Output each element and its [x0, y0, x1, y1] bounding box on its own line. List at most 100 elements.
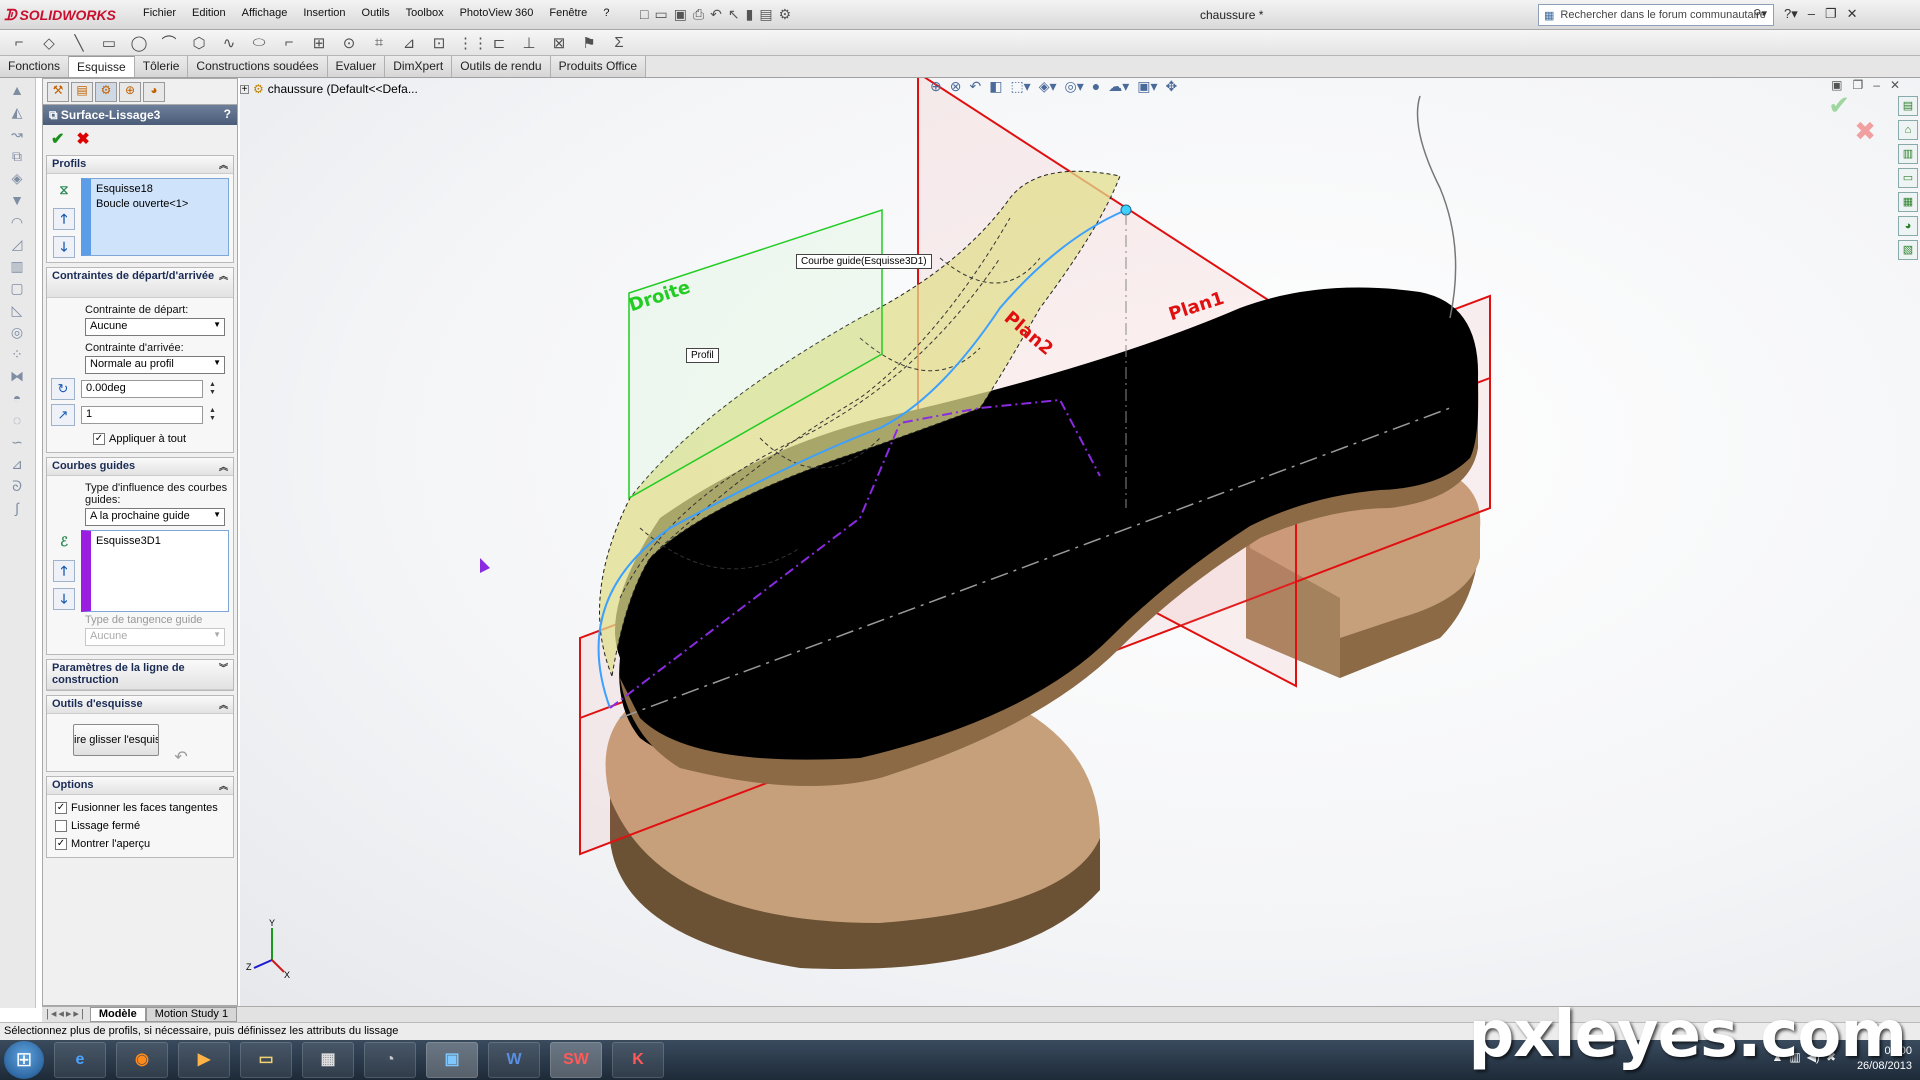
group-options-header[interactable]: Options ︽: [47, 777, 233, 795]
calculator-icon[interactable]: ▦: [302, 1042, 354, 1078]
fillet-feature-icon[interactable]: ◠: [8, 214, 26, 232]
tab-scroll-arrows[interactable]: |◂◂▸▸|: [42, 1007, 90, 1022]
word-icon[interactable]: W: [488, 1042, 540, 1078]
boundary-icon[interactable]: ◈: [8, 170, 26, 188]
surface-icon[interactable]: ◌: [8, 412, 26, 430]
hide-show-icon[interactable]: ◎▾: [1065, 78, 1084, 95]
list-item[interactable]: Boucle ouverte<1>: [96, 197, 223, 212]
close-icon[interactable]: ✕: [1890, 78, 1900, 92]
dome-icon[interactable]: ◓: [8, 390, 26, 408]
photo-viewer-icon[interactable]: ▣: [426, 1042, 478, 1078]
save-icon[interactable]: ▣: [674, 6, 687, 23]
collapse-icon[interactable]: ︽: [219, 158, 228, 171]
media-player-icon[interactable]: ▶: [178, 1042, 230, 1078]
confirm-corner-cancel-icon[interactable]: ✖: [1854, 116, 1876, 147]
move-down-button[interactable]: 🡓: [53, 236, 75, 258]
sketch-icon[interactable]: ⌐: [8, 34, 30, 51]
fillet-icon[interactable]: ⌐: [278, 34, 300, 51]
guide-curves-list[interactable]: Esquisse3D1: [81, 530, 229, 612]
guide-curve-callout[interactable]: Courbe guide(Esquisse3D1): [796, 254, 932, 269]
collapse-icon[interactable]: ︽: [219, 460, 228, 473]
print-icon[interactable]: ⎙: [693, 6, 704, 23]
length-spinner[interactable]: ▲ ▼: [209, 407, 216, 423]
mirror-feature-icon[interactable]: ⧓: [8, 368, 26, 386]
move-down-button[interactable]: 🡓: [53, 588, 75, 610]
line-icon[interactable]: ╲: [68, 34, 90, 52]
rotate-view-icon[interactable]: ✥: [1166, 78, 1178, 95]
menu-outils[interactable]: Outils: [354, 7, 398, 19]
minimize-icon[interactable]: –: [1873, 78, 1880, 92]
direction-vector-icon[interactable]: ↻: [51, 378, 75, 400]
profiles-list[interactable]: Esquisse18 Boucle ouverte<1>: [81, 178, 229, 256]
pattern-feature-icon[interactable]: ⁘: [8, 346, 26, 364]
ellipse-icon[interactable]: ⬭: [248, 34, 270, 51]
offset-icon[interactable]: ⊡: [428, 34, 450, 52]
tab-constructions-soudees[interactable]: Constructions soudées: [188, 56, 328, 77]
rebuild-icon[interactable]: ▮: [746, 6, 754, 23]
list-item[interactable]: Esquisse3D1: [96, 534, 223, 549]
tab-tolerie[interactable]: Tôlerie: [134, 56, 189, 77]
centerline-icon[interactable]: ⊞: [308, 34, 330, 52]
start-button[interactable]: ⊞: [4, 1041, 44, 1079]
ok-button[interactable]: ✔: [51, 129, 64, 148]
select-icon[interactable]: ↖: [728, 6, 740, 23]
polygon-icon[interactable]: ⬡: [188, 34, 210, 52]
file-explorer-icon[interactable]: ▭: [240, 1042, 292, 1078]
start-constraint-select[interactable]: Aucune: [85, 318, 225, 336]
open-icon[interactable]: ▭: [654, 6, 667, 23]
guide-tangency-select[interactable]: Aucune: [85, 628, 225, 646]
angle-spinner[interactable]: ▲ ▼: [209, 381, 216, 397]
trim-icon[interactable]: ⌗: [368, 34, 390, 51]
firefox-icon[interactable]: ◉: [116, 1042, 168, 1078]
appearances-icon[interactable]: ◕: [1898, 216, 1918, 236]
shell-icon[interactable]: ▢: [8, 280, 26, 298]
checkbox-box[interactable]: [55, 820, 67, 832]
tab-fonctions[interactable]: Fonctions: [0, 56, 70, 77]
list-item[interactable]: Esquisse18: [96, 182, 223, 197]
custom-properties-icon[interactable]: ▧: [1898, 240, 1918, 260]
guide-influence-select[interactable]: A la prochaine guide: [85, 508, 225, 526]
menu-edition[interactable]: Edition: [184, 7, 234, 19]
cancel-button[interactable]: ✖: [76, 129, 89, 148]
restore-icon[interactable]: ❐: [1852, 78, 1863, 92]
view-palette-icon[interactable]: ▦: [1898, 192, 1918, 212]
scene-icon[interactable]: ☁▾: [1108, 78, 1129, 95]
menu-fichier[interactable]: Fichier: [135, 7, 184, 19]
expand-icon[interactable]: +: [240, 84, 249, 94]
close-icon[interactable]: ✕: [1847, 6, 1858, 22]
draft-icon[interactable]: ◺: [8, 302, 26, 320]
profile-start-handle[interactable]: [480, 558, 490, 573]
group-profils-header[interactable]: Profils ︽: [47, 156, 233, 174]
display-style-icon[interactable]: ◈▾: [1039, 78, 1057, 95]
resources-icon[interactable]: ▤: [1898, 96, 1918, 116]
apply-to-all-checkbox[interactable]: ✓ Appliquer à tout: [51, 430, 229, 448]
revolve-icon[interactable]: ◭: [8, 104, 26, 122]
feature-tree-tab-icon[interactable]: ⚒: [47, 82, 69, 102]
expand-icon[interactable]: ︾: [219, 662, 228, 674]
solidworks-taskbar-icon[interactable]: SW: [550, 1042, 602, 1078]
zoom-fit-icon[interactable]: ⊕: [930, 78, 942, 95]
spline-icon[interactable]: ∿: [218, 34, 240, 52]
close-loft-checkbox[interactable]: Lissage fermé: [51, 817, 229, 835]
property-manager-tab-icon[interactable]: ▤: [71, 82, 93, 102]
flex-icon[interactable]: ∫: [8, 500, 26, 518]
draft-angle-input[interactable]: 0.00deg: [81, 380, 203, 398]
confirm-corner-ok-icon[interactable]: ✔: [1828, 90, 1850, 121]
section-view-icon[interactable]: ◧: [989, 78, 1002, 95]
circle-icon[interactable]: ◯: [128, 34, 150, 52]
loft-icon[interactable]: ⧉: [8, 148, 26, 166]
collapse-icon[interactable]: ︽: [219, 698, 228, 711]
pattern-icon[interactable]: ⋮⋮: [458, 34, 488, 52]
relations-icon[interactable]: ⊥: [518, 34, 540, 52]
menu-affichage[interactable]: Affichage: [234, 7, 296, 19]
tab-dimxpert[interactable]: DimXpert: [385, 56, 453, 77]
move-up-button[interactable]: 🡑: [53, 208, 75, 230]
gimp-icon[interactable]: ◔: [364, 1042, 416, 1078]
menu-help[interactable]: ?: [595, 7, 617, 19]
minimize-icon[interactable]: –: [1808, 6, 1815, 22]
configuration-tab-icon[interactable]: ⚙: [95, 82, 117, 102]
instant3d-icon[interactable]: ⚑: [578, 34, 600, 52]
dimxpert-tab-icon[interactable]: ⊕: [119, 82, 141, 102]
group-ligne-construction-header[interactable]: Paramètres de la ligne de construction ︾: [47, 660, 233, 690]
smart-dimension-icon[interactable]: ◇: [38, 34, 60, 52]
